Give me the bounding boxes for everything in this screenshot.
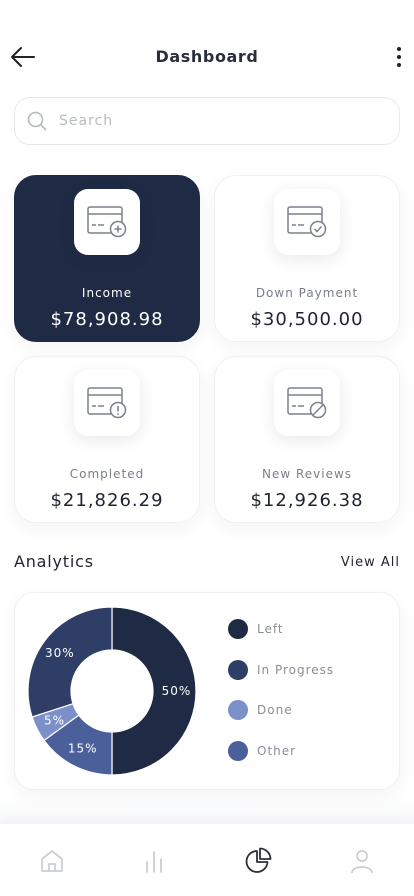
pie-chart-icon [245,847,272,873]
slice-label: 30% [45,646,75,660]
card-value: $30,500.00 [250,309,364,330]
icon-box [74,189,140,255]
card-label: Completed [69,467,145,481]
more-vertical-icon [397,47,401,51]
bar-chart-icon [146,851,162,873]
legend-label: Other [257,743,297,758]
donut-slice [27,606,113,718]
icon-box [274,370,340,436]
new-reviews-card[interactable]: New Reviews $12,926.38 [214,356,400,523]
legend-item: Done [228,700,334,720]
slice-label: 15% [68,741,98,755]
legend-item: Other [228,740,334,761]
legend-label: Left [257,622,284,636]
view-all-link[interactable]: View All [341,555,400,570]
search-input[interactable] [59,113,359,129]
card-check-icon [287,206,327,238]
more-options-button[interactable] [392,42,406,72]
card-label: Down Payment [255,286,359,300]
bottom-nav [0,824,414,896]
card-label: New Reviews [261,467,353,481]
nav-stats[interactable] [139,846,169,876]
down-payment-card[interactable]: Down Payment $30,500.00 [214,175,400,342]
analytics-card: 50% 15% 5% 30% Left In Progress Done Other [14,592,400,790]
completed-card[interactable]: Completed $21,826.29 [14,356,200,523]
card-value: $78,908.98 [50,309,164,330]
legend-item: Left [228,619,334,639]
scroll-fade [0,795,414,825]
legend-dot [228,659,248,680]
search-icon [27,111,47,131]
card-value: $21,826.29 [50,490,164,511]
search-bar[interactable] [14,97,400,145]
slice-label: 5% [44,713,65,727]
legend-dot [228,740,248,761]
analytics-title: Analytics [14,552,94,571]
card-value: $12,926.38 [250,490,364,511]
header: Dashboard [0,0,414,90]
card-block-icon [287,387,327,419]
user-icon [351,850,373,874]
legend-item: In Progress [228,659,335,680]
legend-dot [228,700,248,720]
icon-box [274,189,340,255]
income-card[interactable]: Income $78,908.98 [14,175,200,342]
nav-home[interactable] [37,846,67,876]
page-title: Dashboard [155,47,259,66]
legend-label: Done [257,703,293,717]
donut-chart: 50% 15%5% 30% [27,606,197,776]
card-add-icon [87,206,127,238]
legend-label: In Progress [257,662,335,677]
legend-dot [228,619,248,639]
home-icon [41,850,63,872]
card-label: Income [81,286,133,300]
slice-label: 50% [162,684,192,698]
card-alert-icon [87,387,127,419]
nav-analytics[interactable] [243,846,273,876]
chart-legend: Left In Progress Done Other [228,619,334,781]
nav-profile[interactable] [347,846,377,876]
icon-box [74,370,140,436]
